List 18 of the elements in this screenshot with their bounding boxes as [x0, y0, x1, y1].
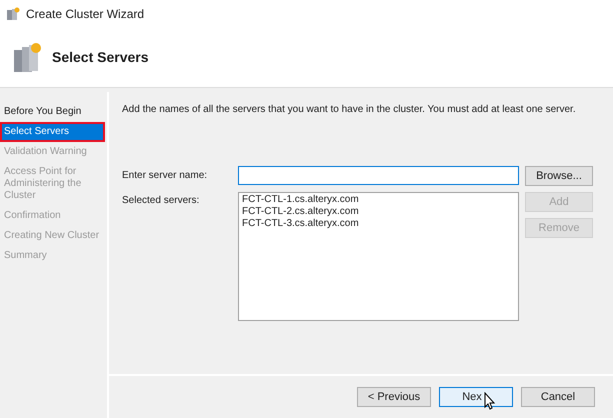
servers-icon	[12, 42, 42, 74]
page-heading: Select Servers	[52, 48, 149, 67]
servers-list[interactable]: FCT-CTL-1.cs.alteryx.com FCT-CTL-2.cs.alteryx.com FCT-CTL-3.cs.alteryx.com	[238, 192, 519, 321]
wizard-button[interactable]: Cancel	[521, 387, 595, 407]
wizard-button[interactable]: < Previous	[357, 387, 431, 407]
mouse-pointer-icon	[484, 392, 496, 410]
wizard-step[interactable]: Select Servers	[0, 122, 105, 142]
server-item[interactable]: FCT-CTL-1.cs.alteryx.com	[242, 194, 515, 206]
wizard-step[interactable]: Before You Begin	[0, 102, 107, 122]
field-label: Selected servers:	[122, 194, 200, 208]
field-label: Enter server name:	[122, 168, 208, 182]
server-name-field[interactable]	[238, 166, 519, 184]
server-item[interactable]: FCT-CTL-3.cs.alteryx.com	[242, 218, 515, 230]
window-title: Create Cluster Wizard	[26, 6, 144, 23]
browse-button[interactable]: Browse...	[525, 166, 593, 186]
server-item[interactable]: FCT-CTL-2.cs.alteryx.com	[242, 206, 515, 218]
servers-icon	[6, 7, 20, 21]
instructions-text: Add the names of all the servers that you want to have in the cluster. You must add at least one server.	[122, 103, 577, 117]
